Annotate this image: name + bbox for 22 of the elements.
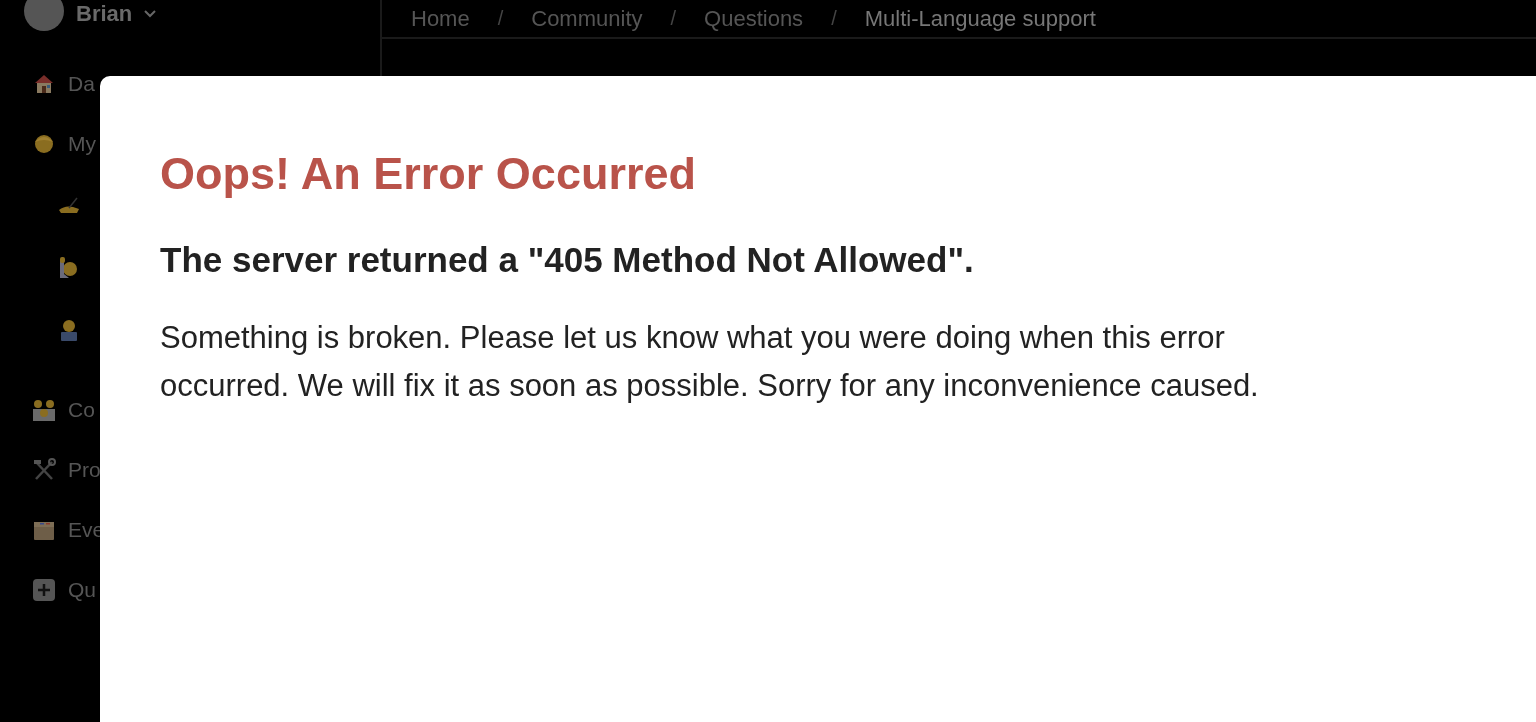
breadcrumb-separator: / [670,7,677,30]
person-icon [32,132,56,156]
user-name[interactable]: Brian [76,1,133,27]
error-subtitle: The server returned a "405 Method Not Allowed". [160,239,975,281]
breadcrumb-separator: / [831,7,837,30]
sidebar-item[interactable]: My [68,132,96,156]
sidebar-item[interactable]: Da [68,72,95,96]
sidebar-item[interactable]: Qu [68,578,96,602]
chevron-down-icon[interactable] [144,10,157,18]
breadcrumb-link[interactable]: Home [411,5,470,32]
breadcrumb-link[interactable]: Community [531,5,643,32]
breadcrumb-separator: / [497,7,504,30]
error-message: Something is broken. Please let us know what you were doing when this error occurred. We will fix it as soon as possible. Sorry for any inconvenience caused. [160,319,1260,405]
avatar-icon [24,0,64,31]
error-title: Oops! An Error Occurred [160,147,697,201]
add-icon [32,578,56,602]
breadcrumb-link[interactable]: Questions [704,5,804,32]
sidebar-item[interactable]: Co [68,398,95,422]
breadcrumb-current: Multi-Language support [864,5,1096,32]
family-icon [32,398,56,422]
hammer-wrench-icon [32,458,56,482]
sidebar-item[interactable]: Pro [68,458,101,482]
